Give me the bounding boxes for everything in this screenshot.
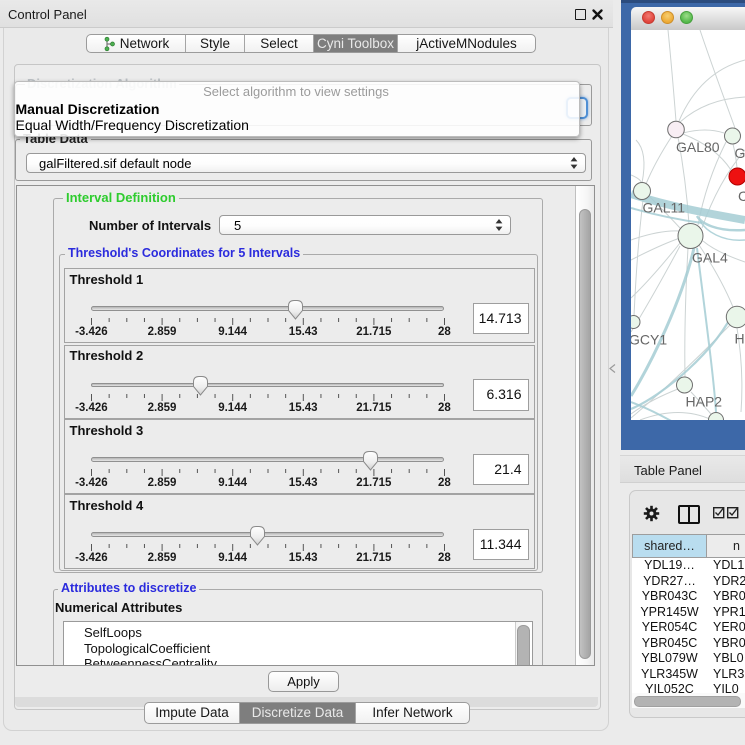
svg-text:GAL11: GAL11 xyxy=(643,200,686,216)
svg-text:GA: GA xyxy=(735,145,745,161)
svg-text:H: H xyxy=(735,331,745,347)
svg-text:HAP2: HAP2 xyxy=(686,394,723,410)
svg-text:GAL4: GAL4 xyxy=(692,250,728,266)
svg-text:C: C xyxy=(738,188,745,204)
svg-text:GAL80: GAL80 xyxy=(676,139,720,155)
svg-text:GCY1: GCY1 xyxy=(631,332,667,348)
